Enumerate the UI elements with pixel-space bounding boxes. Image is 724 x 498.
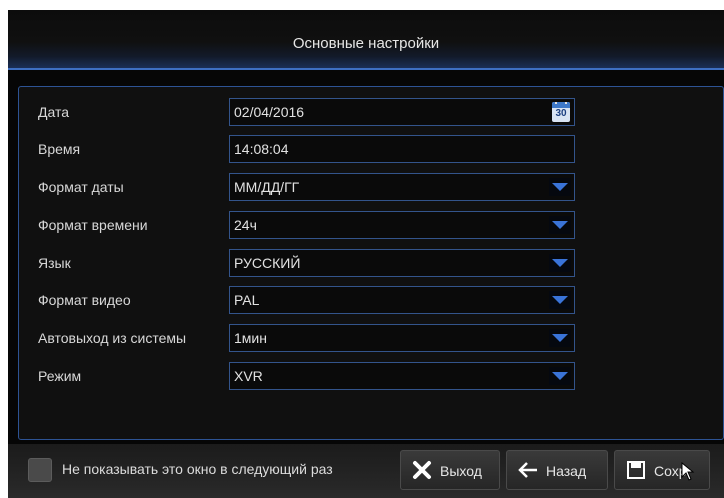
mode-value: XVR bbox=[234, 368, 263, 384]
video-format-value: PAL bbox=[234, 292, 260, 308]
close-icon bbox=[413, 461, 431, 479]
setting-row-video-format: Формат видео PAL bbox=[19, 286, 723, 314]
time-format-dropdown[interactable]: 24ч bbox=[229, 211, 575, 239]
chevron-down-icon[interactable] bbox=[549, 254, 571, 272]
time-label: Время bbox=[38, 141, 81, 157]
chevron-down-icon[interactable] bbox=[549, 367, 571, 385]
date-value: 02/04/2016 bbox=[234, 104, 305, 120]
time-field[interactable]: 14:08:04 bbox=[229, 135, 575, 163]
title-bar: Основные настройки bbox=[8, 10, 724, 70]
setting-row-time: Время 14:08:04 bbox=[19, 135, 723, 163]
time-value: 14:08:04 bbox=[234, 141, 289, 157]
time-format-label: Формат времени bbox=[38, 217, 148, 233]
date-format-label: Формат даты bbox=[38, 179, 124, 195]
language-label: Язык bbox=[38, 255, 71, 271]
language-value: РУССКИЙ bbox=[234, 255, 301, 271]
chevron-down-icon[interactable] bbox=[549, 291, 571, 309]
arrow-left-icon bbox=[518, 462, 537, 478]
video-format-dropdown[interactable]: PAL bbox=[229, 286, 575, 314]
mouse-cursor-icon bbox=[681, 462, 695, 481]
dont-show-checkbox[interactable] bbox=[28, 458, 52, 482]
mode-label: Режим bbox=[38, 368, 82, 384]
floppy-disk-icon bbox=[627, 461, 645, 479]
setting-row-mode: Режим XVR bbox=[19, 362, 723, 390]
video-format-label: Формат видео bbox=[38, 292, 131, 308]
date-field[interactable]: 02/04/2016 30 bbox=[229, 98, 575, 126]
language-dropdown[interactable]: РУССКИЙ bbox=[229, 249, 575, 277]
setting-row-date: Дата 02/04/2016 30 bbox=[19, 98, 723, 126]
footer-bar: Не показывать это окно в следующий раз В… bbox=[8, 444, 724, 498]
calendar-icon-day: 30 bbox=[555, 108, 567, 119]
chevron-down-icon[interactable] bbox=[549, 329, 571, 347]
back-button-label: Назад bbox=[546, 463, 587, 479]
mode-dropdown[interactable]: XVR bbox=[229, 362, 575, 390]
back-button[interactable]: Назад bbox=[506, 450, 608, 490]
calendar-icon[interactable]: 30 bbox=[552, 102, 570, 122]
dont-show-label[interactable]: Не показывать это окно в следующий раз bbox=[62, 461, 398, 477]
setting-row-time-format: Формат времени 24ч bbox=[19, 211, 723, 239]
auto-logout-value: 1мин bbox=[234, 330, 267, 346]
auto-logout-dropdown[interactable]: 1мин bbox=[229, 324, 575, 352]
date-format-dropdown[interactable]: ММ/ДД/ГГ bbox=[229, 173, 575, 201]
chevron-down-icon[interactable] bbox=[549, 216, 571, 234]
auto-logout-label: Автовыход из системы bbox=[38, 330, 187, 346]
window-title: Основные настройки bbox=[292, 35, 440, 52]
exit-button[interactable]: Выход bbox=[400, 450, 500, 490]
time-format-value: 24ч bbox=[234, 217, 257, 233]
date-format-value: ММ/ДД/ГГ bbox=[234, 179, 300, 195]
setting-row-language: Язык РУССКИЙ bbox=[19, 249, 723, 277]
settings-panel: Дата 02/04/2016 30 Время 14:08:04 Формат… bbox=[18, 86, 724, 440]
setting-row-auto-logout: Автовыход из системы 1мин bbox=[19, 324, 723, 352]
settings-window: Основные настройки Дата 02/04/2016 30 Вр… bbox=[8, 10, 724, 498]
date-label: Дата bbox=[38, 104, 70, 120]
chevron-down-icon[interactable] bbox=[549, 178, 571, 196]
setting-row-date-format: Формат даты ММ/ДД/ГГ bbox=[19, 173, 723, 201]
exit-button-label: Выход bbox=[440, 463, 482, 479]
